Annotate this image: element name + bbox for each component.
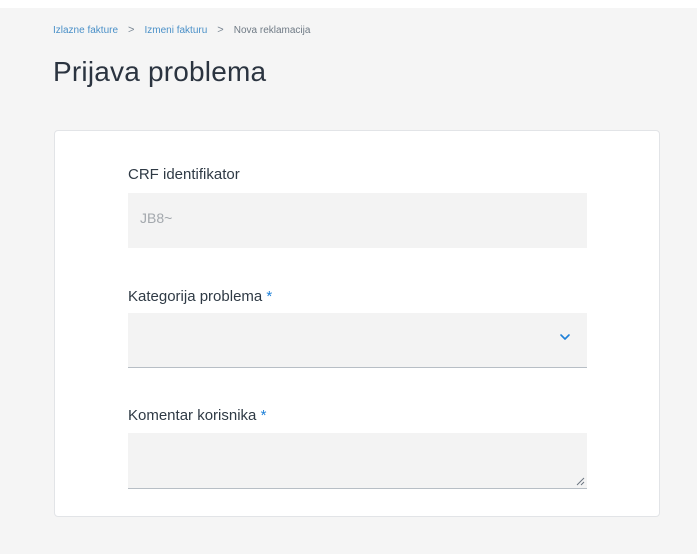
category-select[interactable] (128, 313, 587, 368)
breadcrumb-item-izmeni-fakturu[interactable]: Izmeni fakturu (144, 25, 207, 36)
crf-identifier-value: JB8~ (140, 210, 173, 226)
required-asterisk: * (266, 288, 273, 305)
breadcrumb-item-izlazne-fakture[interactable]: Izlazne fakture (53, 25, 118, 36)
category-label: Kategorija problema * (128, 288, 272, 305)
crf-identifier-label-text: CRF identifikator (128, 166, 240, 183)
breadcrumb-separator: > (128, 24, 135, 36)
crf-identifier-label: CRF identifikator (128, 166, 240, 183)
required-asterisk: * (260, 407, 267, 424)
breadcrumb-item-current: Nova reklamacija (233, 24, 311, 36)
category-label-text: Kategorija problema (128, 288, 263, 305)
crf-identifier-field: JB8~ (128, 193, 587, 248)
breadcrumb: Izlazne fakture > Izmeni fakturu > Nova … (53, 24, 310, 36)
resize-handle-icon[interactable] (575, 476, 585, 486)
page: Izlazne fakture > Izmeni fakturu > Nova … (0, 0, 697, 554)
breadcrumb-separator: > (217, 24, 224, 36)
form-card: CRF identifikator JB8~ Kategorija proble… (54, 130, 660, 517)
comment-label: Komentar korisnika * (128, 407, 266, 424)
page-title: Prijava problema (53, 56, 267, 87)
comment-label-text: Komentar korisnika (128, 407, 257, 424)
chevron-down-icon[interactable] (559, 331, 571, 343)
comment-textarea[interactable] (128, 433, 587, 489)
top-strip (0, 0, 697, 8)
